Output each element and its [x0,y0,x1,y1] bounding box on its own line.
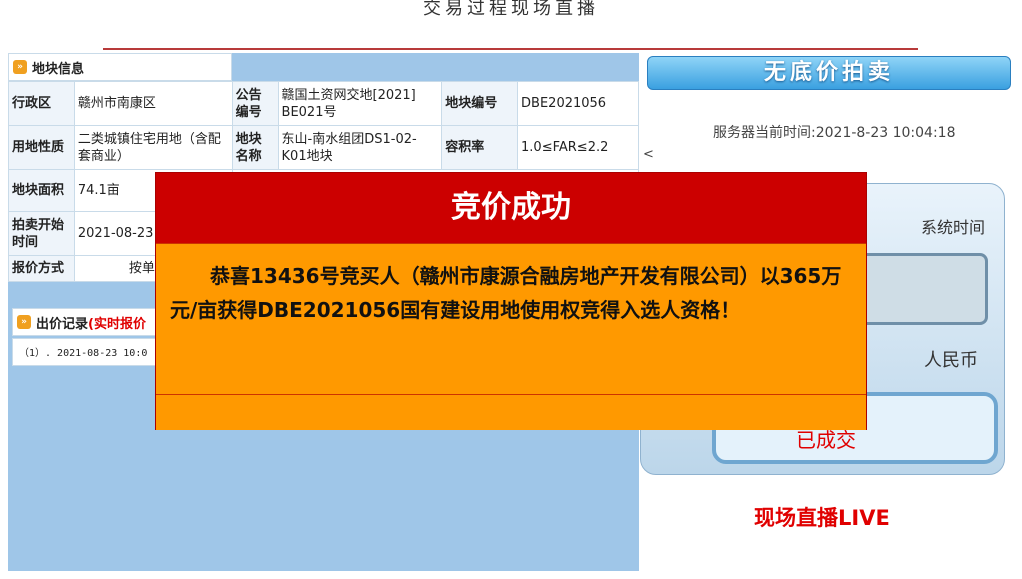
server-time: 服务器当前时间:2021-8-23 10:04:18 [713,125,956,141]
value-land-use: 二类城镇住宅用地（含配套商业） [73,125,233,170]
value-far: 1.0≤FAR≤2.2 [517,125,639,170]
land-info-header: » 地块信息 [8,53,232,81]
double-arrow-icon: » [17,315,31,329]
value-plot-name: 东山-南水组团DS1-02-K01地块 [277,125,443,170]
bid-record-live-label: (实时报价 [88,316,146,332]
land-info-title: 地块信息 [32,61,85,77]
page-root: 交易过程现场直播 » 地块信息 行政区 赣州市南康区 公告编号 赣国土资网交地[… [0,0,1022,579]
auction-type-banner: 无底价拍卖 [647,56,1011,90]
live-broadcast-label: 现场直播LIVE [754,506,890,530]
label-quote-method: 报价方式 [8,255,75,282]
label-area: 地块面积 [8,169,75,212]
bid-record-title: 出价记录 [36,316,89,332]
bid-success-modal: 竞价成功 恭喜13436号竞买人（赣州市康源合融房地产开发有限公司）以365万元… [155,172,867,430]
page-title: 交易过程现场直播 [423,0,599,19]
value-notice-no: 赣国土资网交地[2021] BE021号 [277,81,443,126]
modal-message: 恭喜13436号竞买人（赣州市康源合融房地产开发有限公司）以365万元/亩获得D… [170,264,842,322]
value-plot-no: DBE2021056 [517,81,639,126]
modal-footer [156,395,866,430]
label-far: 容积率 [441,125,519,170]
label-district: 行政区 [8,81,75,126]
label-plot-name: 地块名称 [231,125,279,170]
table-row: 行政区 赣州市南康区 公告编号 赣国土资网交地[2021] BE021号 地块编… [8,81,639,126]
modal-title: 竞价成功 [156,173,866,243]
title-divider [103,48,918,50]
double-arrow-icon: » [13,60,27,74]
value-district: 赣州市南康区 [73,81,233,126]
label-land-use: 用地性质 [8,125,75,170]
label-plot-no: 地块编号 [441,81,519,126]
system-time-label: 系统时间 [921,218,986,237]
label-notice-no: 公告编号 [231,81,279,126]
currency-label: 人民币 [924,350,978,371]
table-row: 用地性质 二类城镇住宅用地（含配套商业） 地块名称 东山-南水组团DS1-02-… [8,125,639,170]
stray-symbol: < [643,147,654,162]
modal-body: 恭喜13436号竞买人（赣州市康源合融房地产开发有限公司）以365万元/亩获得D… [156,243,866,395]
label-auction-start: 拍卖开始时间 [8,211,75,256]
list-item: （1）. 2021-08-23 10:0 [19,348,148,359]
